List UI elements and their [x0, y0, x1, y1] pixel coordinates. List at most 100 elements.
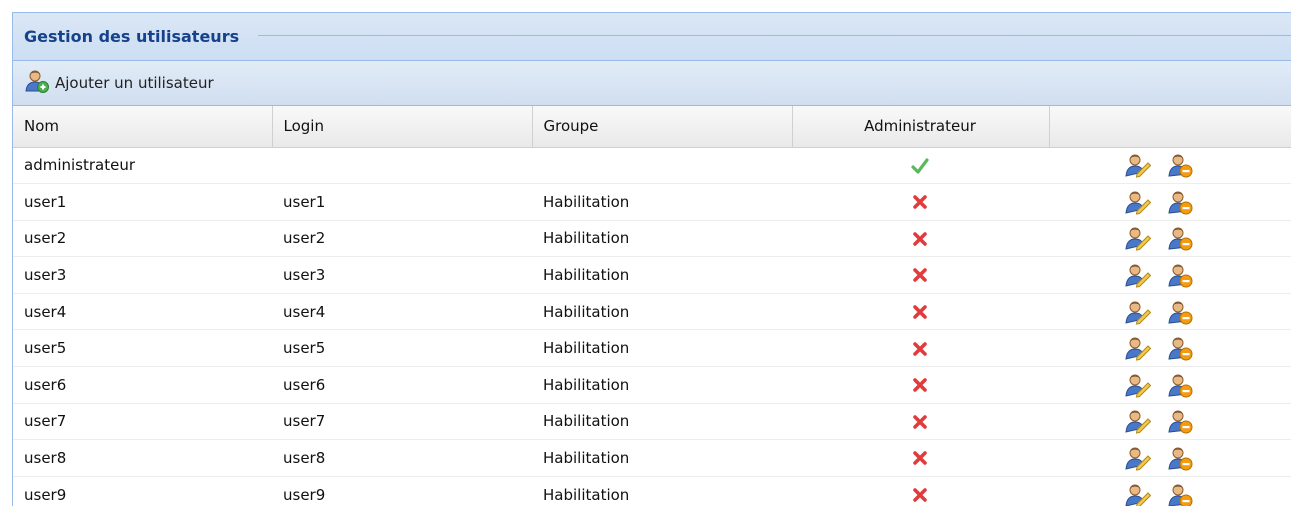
column-header-administrateur[interactable]: Administrateur [792, 106, 1050, 148]
edit-user-icon[interactable] [1125, 445, 1152, 471]
cell-login: user7 [272, 403, 532, 441]
cell-nom: user4 [13, 293, 272, 331]
cell-administrateur [792, 220, 1049, 258]
cell-login: user9 [272, 476, 532, 506]
table-row[interactable]: user6 user6 Habilitation [13, 366, 1291, 404]
check-icon [911, 157, 929, 175]
edit-user-icon[interactable] [1125, 152, 1152, 178]
edit-user-icon[interactable] [1125, 372, 1152, 398]
cell-groupe: Habilitation [532, 366, 792, 404]
table-row[interactable]: user2 user2 Habilitation [13, 220, 1291, 258]
table-row[interactable]: user8 user8 Habilitation [13, 439, 1291, 477]
cell-nom: administrateur [13, 147, 272, 185]
cell-actions [1049, 439, 1291, 477]
cell-login: user4 [272, 293, 532, 331]
user-management-panel: Gestion des utilisateurs Ajouter un util… [12, 12, 1291, 506]
cross-icon [911, 193, 929, 211]
cell-login [272, 147, 532, 185]
cell-groupe: Habilitation [532, 439, 792, 477]
cell-administrateur [792, 183, 1049, 221]
cell-actions [1049, 366, 1291, 404]
delete-user-icon[interactable] [1167, 189, 1193, 215]
cell-administrateur [792, 256, 1049, 294]
cell-groupe: Habilitation [532, 220, 792, 258]
edit-user-icon[interactable] [1125, 262, 1152, 288]
toolbar: Ajouter un utilisateur [13, 61, 1291, 106]
cell-administrateur [792, 366, 1049, 404]
cell-login: user8 [272, 439, 532, 477]
add-user-label: Ajouter un utilisateur [55, 74, 214, 92]
cell-nom: user9 [13, 476, 272, 506]
panel-title: Gestion des utilisateurs [24, 27, 240, 46]
cell-actions [1049, 403, 1291, 441]
users-table: Nom Login Groupe Administrateur administ… [13, 106, 1291, 506]
column-header-login[interactable]: Login [272, 106, 533, 148]
table-row[interactable]: user4 user4 Habilitation [13, 293, 1291, 331]
cell-login: user6 [272, 366, 532, 404]
cell-actions [1049, 256, 1291, 294]
table-row[interactable]: user7 user7 Habilitation [13, 403, 1291, 441]
cell-actions [1049, 293, 1291, 331]
cell-actions [1049, 329, 1291, 368]
edit-user-icon[interactable] [1125, 482, 1152, 506]
cell-nom: user8 [13, 439, 272, 477]
cell-nom: user6 [13, 366, 272, 404]
cell-nom: user2 [13, 220, 272, 258]
delete-user-icon[interactable] [1167, 482, 1193, 506]
cell-nom: user7 [13, 403, 272, 441]
panel-header: Gestion des utilisateurs [13, 13, 1291, 61]
cross-icon [911, 230, 929, 248]
edit-user-icon[interactable] [1125, 189, 1152, 215]
cell-groupe: Habilitation [532, 183, 792, 221]
cell-administrateur [792, 329, 1049, 368]
cell-nom: user1 [13, 183, 272, 221]
add-user-button[interactable]: Ajouter un utilisateur [25, 69, 214, 97]
cell-groupe: Habilitation [532, 256, 792, 294]
delete-user-icon[interactable] [1167, 152, 1193, 178]
cell-administrateur [792, 293, 1049, 331]
delete-user-icon[interactable] [1167, 299, 1193, 325]
cell-groupe: Habilitation [532, 476, 792, 506]
delete-user-icon[interactable] [1167, 335, 1193, 361]
delete-user-icon[interactable] [1167, 262, 1193, 288]
cell-groupe [532, 147, 792, 185]
cell-administrateur [792, 147, 1049, 185]
cross-icon [911, 376, 929, 394]
edit-user-icon[interactable] [1125, 408, 1152, 435]
column-header-nom[interactable]: Nom [13, 106, 273, 148]
cell-login: user2 [272, 220, 532, 258]
cell-login: user1 [272, 183, 532, 221]
cell-groupe: Habilitation [532, 293, 792, 331]
table-row[interactable]: user5 user5 Habilitation [13, 329, 1291, 368]
table-header-row: Nom Login Groupe Administrateur [13, 106, 1291, 148]
delete-user-icon[interactable] [1167, 225, 1193, 251]
table-row[interactable]: user1 user1 Habilitation [13, 183, 1291, 221]
delete-user-icon[interactable] [1167, 372, 1193, 398]
cell-administrateur [792, 476, 1049, 506]
edit-user-icon[interactable] [1125, 299, 1152, 325]
cell-nom: user3 [13, 256, 272, 294]
cell-login: user5 [272, 329, 532, 368]
edit-user-icon[interactable] [1125, 335, 1152, 361]
table-row[interactable]: administrateur [13, 147, 1291, 185]
cell-groupe: Habilitation [532, 329, 792, 368]
cell-administrateur [792, 403, 1049, 441]
cross-icon [911, 413, 929, 431]
column-header-groupe[interactable]: Groupe [532, 106, 793, 148]
cell-nom: user5 [13, 329, 272, 368]
cell-administrateur [792, 439, 1049, 477]
cell-actions [1049, 147, 1291, 185]
cell-actions [1049, 476, 1291, 506]
delete-user-icon[interactable] [1167, 408, 1193, 434]
table-row[interactable]: user3 user3 Habilitation [13, 256, 1291, 294]
cross-icon [911, 340, 929, 358]
edit-user-icon[interactable] [1125, 225, 1152, 252]
cell-actions [1049, 183, 1291, 221]
table-row[interactable]: user9 user9 Habilitation [13, 476, 1291, 506]
delete-user-icon[interactable] [1167, 445, 1193, 471]
column-header-actions [1049, 106, 1291, 148]
cell-actions [1049, 220, 1291, 258]
cell-login: user3 [272, 256, 532, 294]
header-divider [258, 35, 1291, 36]
user-add-icon [25, 69, 49, 97]
